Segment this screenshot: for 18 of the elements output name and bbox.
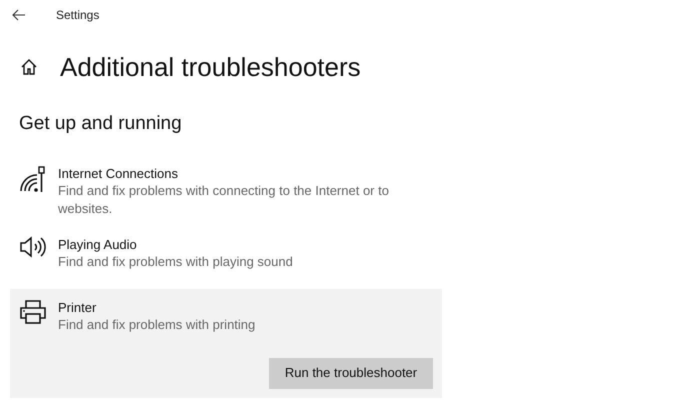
item-description: Find and fix problems with printing xyxy=(58,316,256,334)
item-description: Find and fix problems with connecting to the Internet or to websites. xyxy=(58,182,390,218)
speaker-icon xyxy=(19,236,47,258)
back-arrow-icon[interactable] xyxy=(12,9,26,21)
troubleshooter-item[interactable]: Internet Connections Find and fix problems with connecting to the Internet or to websites. xyxy=(10,164,442,218)
page-title: Additional troubleshooters xyxy=(60,50,361,84)
troubleshooter-item[interactable]: Playing Audio Find and fix problems with playing sound xyxy=(10,236,442,270)
window-title: Settings xyxy=(56,7,100,24)
printer-icon xyxy=(19,298,47,324)
item-title: Internet Connections xyxy=(58,164,179,182)
item-description: Find and fix problems with playing sound xyxy=(58,252,294,270)
wifi-antenna-icon xyxy=(19,164,45,192)
run-troubleshooter-button[interactable]: Run the troubleshooter xyxy=(269,358,433,388)
item-title: Printer xyxy=(58,298,98,316)
section-heading: Get up and running xyxy=(18,112,183,136)
home-icon[interactable] xyxy=(20,58,38,76)
troubleshooter-item[interactable]: Printer Find and fix problems with printing Run the troubleshooter xyxy=(10,288,442,398)
item-title: Playing Audio xyxy=(58,236,138,252)
